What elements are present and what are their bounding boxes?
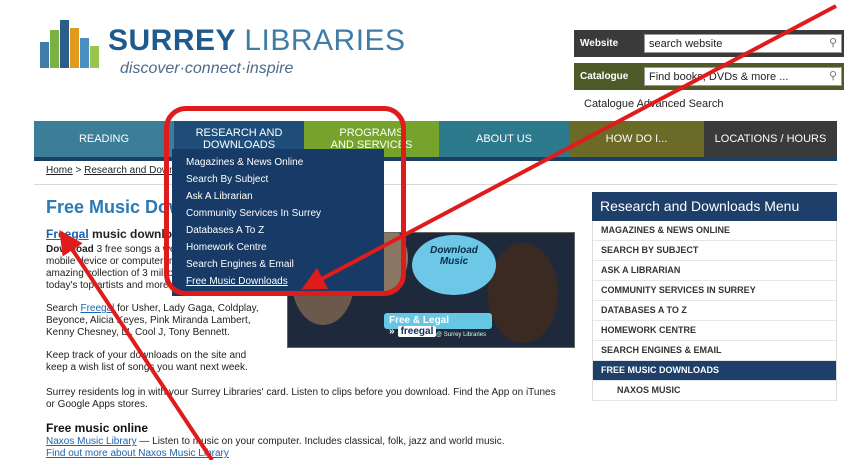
freegal-heading: Freegal music downloads — [46, 227, 193, 241]
breadcrumb-home[interactable]: Home — [46, 165, 73, 176]
dropdown-item-search-engines[interactable]: Search Engines & Email — [186, 257, 384, 274]
search-icon[interactable]: ⚲ — [829, 36, 837, 50]
website-search-input[interactable]: search website ⚲ — [644, 34, 842, 53]
dropdown-item-magazines[interactable]: Magazines & News Online — [186, 155, 384, 172]
sidebar-item-search-engines[interactable]: SEARCH ENGINES & EMAIL — [593, 341, 836, 361]
website-search: Website search website ⚲ — [574, 30, 844, 57]
artist-photo — [488, 243, 558, 343]
catalogue-advanced-search-link[interactable]: Catalogue Advanced Search — [584, 98, 723, 110]
track-paragraph: Keep track of your downloads on the site… — [46, 350, 248, 373]
sidebar-item-homework[interactable]: HOMEWORK CENTRE — [593, 321, 836, 341]
search-paragraph: Search Freegal for Usher, Lady Gaga, Col… — [46, 303, 259, 338]
nav-locations-hours[interactable]: LOCATIONS / HOURS — [704, 121, 837, 157]
sidebar-item-search-by-subject[interactable]: SEARCH BY SUBJECT — [593, 241, 836, 261]
nav-how-do-i[interactable]: HOW DO I... — [569, 121, 704, 157]
nav-about-us[interactable]: ABOUT US — [439, 121, 569, 157]
main-nav: READING RESEARCH AND DOWNLOADS PROGRAMS … — [34, 121, 837, 157]
catalogue-search-input[interactable]: Find books, DVDs & more ... ⚲ — [644, 67, 842, 86]
search-icon[interactable]: ⚲ — [829, 69, 837, 83]
research-downloads-menu: Research and Downloads Menu MAGAZINES & … — [592, 192, 837, 401]
naxos-paragraph: Naxos Music Library — Listen to music on… — [46, 436, 505, 459]
logo-title: SURREY LIBRARIES — [108, 24, 406, 57]
dropdown-item-ask-librarian[interactable]: Ask A Librarian — [186, 189, 384, 206]
nav-reading[interactable]: READING — [34, 121, 174, 157]
surrey-libraries-logo[interactable]: SURREY LIBRARIES discover·connect·inspir… — [40, 18, 405, 78]
sidebar-item-ask-librarian[interactable]: ASK A LIBRARIAN — [593, 261, 836, 281]
freegal-link[interactable]: Freegal — [80, 303, 114, 314]
sidebar-item-databases[interactable]: DATABASES A TO Z — [593, 301, 836, 321]
dropdown-item-databases[interactable]: Databases A To Z — [186, 223, 384, 240]
sidebar-item-community-services[interactable]: COMMUNITY SERVICES IN SURREY — [593, 281, 836, 301]
free-music-online-heading: Free music online — [46, 421, 149, 435]
catalogue-search-label: Catalogue — [580, 71, 629, 82]
freegal-heading-link[interactable]: Freegal — [46, 227, 89, 241]
research-downloads-dropdown: Magazines & News Online Search By Subjec… — [172, 149, 384, 296]
website-search-label: Website — [580, 38, 619, 49]
dropdown-item-homework[interactable]: Homework Centre — [186, 240, 384, 257]
free-legal-pill: Free & Legal » freegal — [384, 313, 492, 337]
naxos-more-link[interactable]: Find out more about Naxos Music Library — [46, 448, 229, 459]
download-music-badge: Download Music — [412, 235, 496, 295]
logo-bars-icon — [40, 20, 102, 68]
sidebar-item-free-music[interactable]: FREE MUSIC DOWNLOADS — [593, 361, 836, 381]
divider — [34, 184, 837, 185]
sidebar-title: Research and Downloads Menu — [592, 192, 837, 221]
sidebar-item-magazines[interactable]: MAGAZINES & NEWS ONLINE — [593, 221, 836, 241]
naxos-link[interactable]: Naxos Music Library — [46, 436, 137, 447]
residents-paragraph: Surrey residents log in with your Surrey… — [46, 387, 556, 410]
promo-caption: @ Surrey Libraries — [436, 332, 487, 338]
dropdown-item-community-services[interactable]: Community Services In Surrey — [186, 206, 384, 223]
dropdown-item-free-music[interactable]: Free Music Downloads — [186, 274, 384, 291]
catalogue-search: Catalogue Find books, DVDs & more ... ⚲ — [574, 63, 844, 90]
sidebar-item-naxos[interactable]: NAXOS MUSIC — [593, 381, 836, 401]
breadcrumb-separator: > — [75, 165, 82, 176]
dropdown-item-search-by-subject[interactable]: Search By Subject — [186, 172, 384, 189]
logo-tagline: discover·connect·inspire — [120, 60, 294, 77]
